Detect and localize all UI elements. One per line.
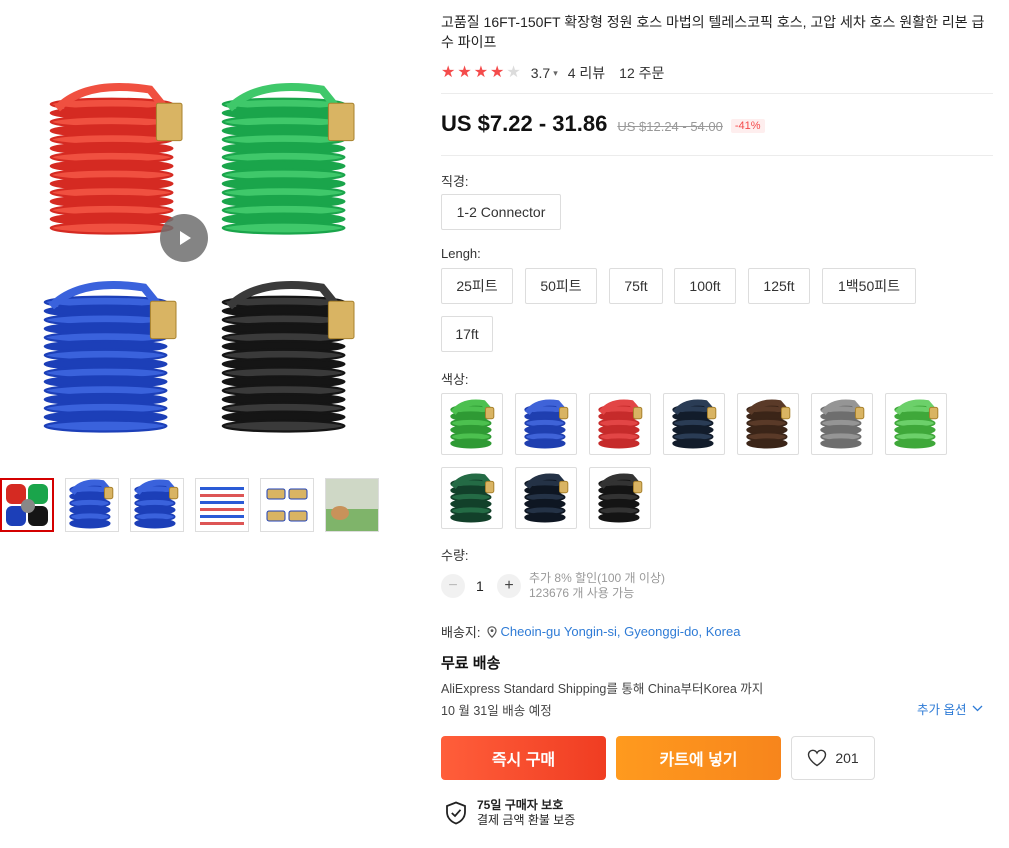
blue-hose-image bbox=[43, 280, 177, 433]
shipping-method: AliExpress Standard Shipping를 통해 China부터… bbox=[441, 682, 764, 696]
original-price: US $12.24 - 54.00 bbox=[617, 119, 723, 134]
buyer-protection: 75일 구매자 보호 결제 금액 환불 보증 bbox=[445, 798, 575, 828]
discount-badge: -41% bbox=[730, 119, 765, 133]
color-swatch[interactable] bbox=[515, 393, 577, 455]
play-icon bbox=[180, 231, 191, 245]
thumbnail-strip bbox=[0, 478, 379, 532]
color-swatch[interactable] bbox=[737, 393, 799, 455]
hose-swatch-image bbox=[450, 399, 495, 449]
star-rating: ★ ★ ★ ★ ★ bbox=[441, 65, 521, 81]
star-icon: ★ bbox=[490, 64, 505, 81]
length-option[interactable]: 50피트 bbox=[525, 268, 597, 304]
buy-now-button[interactable]: 즉시 구매 bbox=[441, 736, 606, 780]
free-shipping-title: 무료 배송 bbox=[441, 655, 501, 672]
more-options-label: 추가 옵션 bbox=[917, 703, 967, 717]
bulk-discount-note: 추가 8% 할인(100 개 이상) bbox=[529, 571, 665, 585]
shield-check-icon bbox=[446, 801, 466, 825]
heart-icon bbox=[808, 749, 827, 767]
color-swatch[interactable] bbox=[885, 393, 947, 455]
star-icon: ★ bbox=[457, 64, 472, 81]
thumbnail-image bbox=[134, 479, 179, 529]
product-thumbnail[interactable] bbox=[325, 478, 379, 532]
length-option[interactable]: 17ft bbox=[441, 316, 493, 352]
price-row: US $7.22 - 31.86 US $12.24 - 54.00 -41% bbox=[441, 111, 765, 137]
product-thumbnail[interactable] bbox=[195, 478, 249, 532]
wishlist-count: 201 bbox=[835, 750, 859, 766]
order-count: 12 주문 bbox=[619, 65, 665, 81]
hose-swatch-image bbox=[894, 399, 939, 449]
rating-value[interactable]: 3.7 bbox=[531, 65, 550, 81]
hose-swatch-image bbox=[524, 399, 569, 449]
length-option[interactable]: 100ft bbox=[674, 268, 736, 304]
color-swatch[interactable] bbox=[515, 467, 577, 529]
product-thumbnail[interactable] bbox=[130, 478, 184, 532]
product-thumbnail[interactable] bbox=[0, 478, 54, 532]
protection-subtitle: 결제 금액 환불 보증 bbox=[477, 813, 576, 827]
protection-title: 75일 구매자 보호 bbox=[477, 798, 564, 812]
color-label: 색상: bbox=[441, 372, 469, 387]
divider bbox=[441, 93, 993, 94]
wishlist-button[interactable]: 201 bbox=[791, 736, 875, 780]
delivery-estimate: 10 월 31일 배송 예정 bbox=[441, 704, 552, 718]
diameter-option[interactable]: 1-2 Connector bbox=[441, 194, 561, 230]
star-icon: ★ bbox=[473, 64, 489, 81]
chevron-down-icon bbox=[973, 705, 983, 712]
more-shipping-options-link[interactable]: 추가 옵션 bbox=[917, 699, 983, 718]
thumbnail-image bbox=[6, 484, 48, 526]
diameter-label: 직경: bbox=[441, 174, 469, 189]
product-thumbnail[interactable] bbox=[260, 478, 314, 532]
quantity-label: 수량: bbox=[441, 548, 469, 563]
hose-swatch-image bbox=[672, 399, 717, 449]
color-swatch[interactable] bbox=[663, 393, 725, 455]
quantity-increase-button[interactable]: + bbox=[497, 574, 521, 598]
length-option[interactable]: 1백50피트 bbox=[822, 268, 916, 304]
thumbnail-image bbox=[326, 479, 378, 531]
green-hose-image bbox=[221, 82, 355, 235]
available-stock: 123676 개 사용 가능 bbox=[529, 586, 635, 600]
color-swatch[interactable] bbox=[589, 467, 651, 529]
length-option[interactable]: 75ft bbox=[609, 268, 663, 304]
shipping-location-link[interactable]: Cheoin-gu Yongin-si, Gyeonggi-do, Korea bbox=[501, 624, 741, 639]
review-count[interactable]: 4 리뷰 bbox=[568, 63, 605, 83]
color-swatch[interactable] bbox=[441, 467, 503, 529]
chevron-down-icon[interactable]: ▾ bbox=[553, 68, 558, 79]
play-video-button[interactable] bbox=[160, 214, 208, 262]
hose-swatch-image bbox=[746, 399, 791, 449]
hose-swatch-image bbox=[524, 473, 569, 523]
hose-swatch-image bbox=[598, 399, 643, 449]
current-price: US $7.22 - 31.86 bbox=[441, 111, 608, 136]
length-option[interactable]: 125ft bbox=[748, 268, 810, 304]
buyer-protection-text: 75일 구매자 보호 결제 금액 환불 보증 bbox=[477, 798, 575, 828]
color-swatch[interactable] bbox=[441, 393, 503, 455]
hose-swatch-image bbox=[598, 473, 643, 523]
hose-swatch-image bbox=[450, 473, 495, 523]
thumbnail-image bbox=[69, 479, 114, 529]
ship-to-row: 배송지: Cheoin-gu Yongin-si, Gyeonggi-do, K… bbox=[441, 622, 740, 641]
rating-row: ★ ★ ★ ★ ★ 3.7 ▾ 4 리뷰 12 주문 bbox=[441, 63, 664, 83]
divider bbox=[441, 155, 993, 156]
black-hose-image bbox=[221, 280, 355, 433]
quantity-decrease-button[interactable]: − bbox=[441, 574, 465, 598]
add-to-cart-button[interactable]: 카트에 넣기 bbox=[616, 736, 781, 780]
length-option[interactable]: 25피트 bbox=[441, 268, 513, 304]
location-pin-icon bbox=[486, 625, 497, 638]
star-icon: ★ bbox=[441, 64, 456, 81]
length-label: Lengh: bbox=[441, 246, 481, 261]
color-swatch[interactable] bbox=[811, 393, 873, 455]
product-title: 고품질 16FT-150FT 확장형 정원 호스 마법의 텔레스코픽 호스, 고… bbox=[441, 14, 985, 50]
color-swatch[interactable] bbox=[589, 393, 651, 455]
ship-to-label: 배송지: bbox=[441, 625, 481, 640]
quantity-value[interactable]: 1 bbox=[476, 578, 484, 594]
star-icon: ★ bbox=[506, 64, 521, 81]
thumbnail-image bbox=[200, 487, 244, 525]
product-thumbnail[interactable] bbox=[65, 478, 119, 532]
thumbnail-image bbox=[266, 488, 308, 522]
hose-swatch-image bbox=[820, 399, 865, 449]
